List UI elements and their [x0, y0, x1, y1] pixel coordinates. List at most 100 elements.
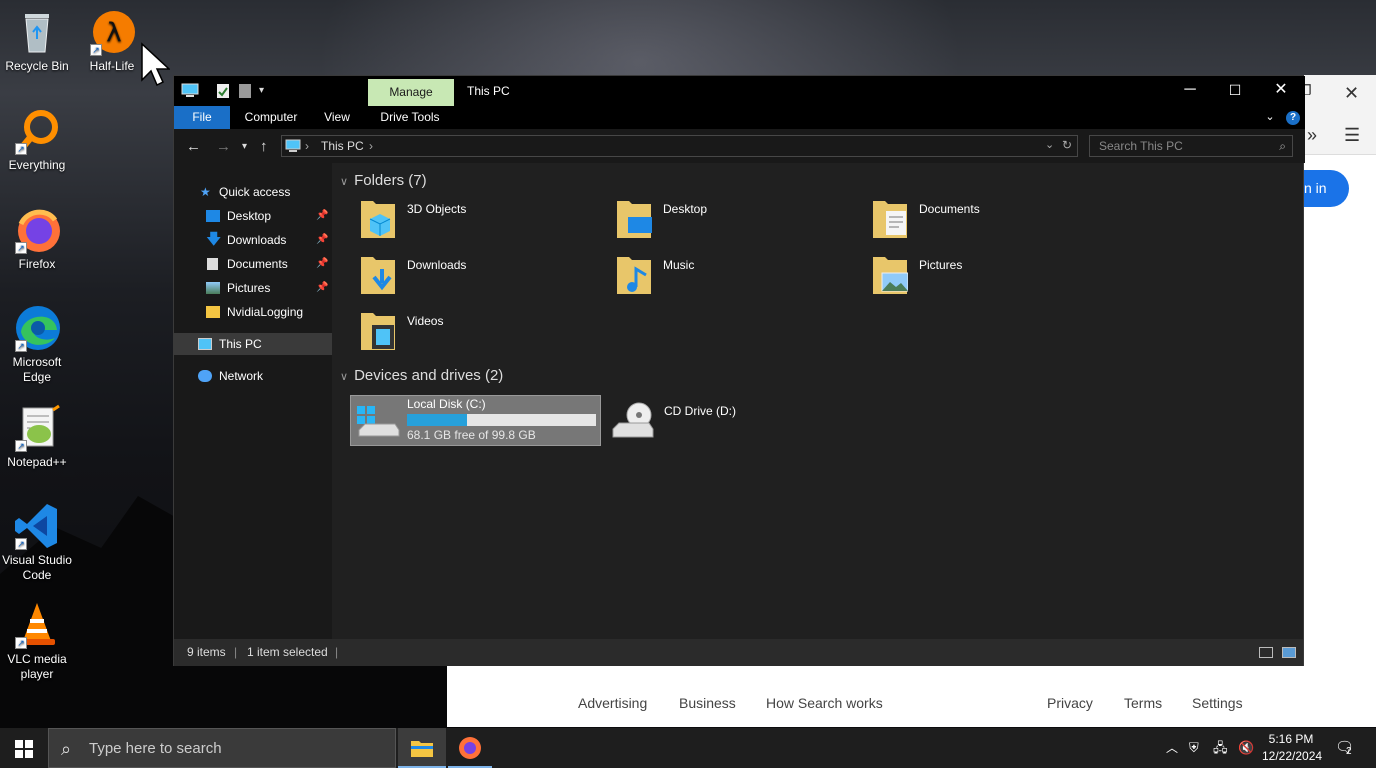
- footer-link-settings[interactable]: Settings: [1192, 695, 1243, 711]
- footer-link-privacy[interactable]: Privacy: [1047, 695, 1093, 711]
- footer-link-terms[interactable]: Terms: [1124, 695, 1162, 711]
- new-folder-icon[interactable]: [238, 83, 254, 99]
- footer-link-advertising[interactable]: Advertising: [578, 695, 647, 711]
- pin-icon: 📌: [316, 282, 329, 293]
- help-icon[interactable]: ?: [1286, 111, 1300, 125]
- drive-cd-d[interactable]: CD Drive (D:): [610, 395, 860, 445]
- sidebar-item-network[interactable]: Network: [174, 365, 332, 387]
- tab-file[interactable]: File: [174, 106, 230, 129]
- taskbar-file-explorer-button[interactable]: [398, 728, 446, 768]
- taskbar-search-input[interactable]: ⌕ Type here to search: [48, 728, 396, 768]
- desktop-icon-notepadpp[interactable]: ↗ Notepad++: [1, 404, 73, 470]
- footer-link-business[interactable]: Business: [679, 695, 736, 711]
- sidebar-item-documents[interactable]: Documents 📌: [174, 253, 332, 275]
- edge-icon: ↗: [13, 304, 61, 352]
- manage-tab[interactable]: Manage: [368, 79, 454, 106]
- desktop-icon-recycle-bin[interactable]: Recycle Bin: [1, 8, 73, 74]
- large-icons-view-icon[interactable]: [1282, 647, 1296, 658]
- address-dropdown-icon[interactable]: ⌄: [1045, 138, 1054, 151]
- clock-date: 12/22/2024: [1262, 749, 1323, 763]
- browser-more-tools-icon[interactable]: »: [1307, 125, 1317, 146]
- desktop-icon-everything[interactable]: ↗ Everything: [1, 107, 73, 173]
- maximize-button[interactable]: ☐: [1212, 76, 1258, 106]
- windows-logo-icon: [15, 740, 33, 758]
- folder-music[interactable]: Music: [616, 249, 866, 299]
- taskbar: ⌕ Type here to search ︿ ⛨ 🖧 🔇 5:16 PM 12…: [0, 728, 1376, 768]
- folder-desktop[interactable]: Desktop: [616, 193, 866, 243]
- desktop-icon-label: Microsoft Edge: [12, 355, 62, 384]
- desktop-icon: [206, 210, 220, 222]
- sidebar-item-pictures[interactable]: Pictures 📌: [174, 277, 332, 299]
- details-view-icon[interactable]: [1259, 647, 1273, 658]
- start-button[interactable]: [15, 740, 33, 761]
- sidebar-item-desktop[interactable]: Desktop 📌: [174, 205, 332, 227]
- folder-videos[interactable]: Videos: [360, 305, 610, 355]
- tab-computer[interactable]: Computer: [236, 106, 306, 129]
- refresh-icon[interactable]: ↻: [1062, 138, 1072, 152]
- folder-downloads[interactable]: Downloads: [360, 249, 610, 299]
- folder-pictures[interactable]: Pictures: [872, 249, 1122, 299]
- search-icon: ⌕: [1279, 139, 1286, 153]
- search-icon: ⌕: [61, 739, 72, 759]
- taskbar-firefox-button[interactable]: [448, 728, 492, 768]
- minimize-button[interactable]: ─: [1167, 76, 1213, 106]
- breadcrumb-separator-icon[interactable]: ›: [369, 139, 373, 153]
- group-title: Devices and drives (2): [354, 367, 504, 384]
- sign-in-button[interactable]: n in: [1302, 170, 1349, 207]
- status-divider: |: [335, 645, 339, 659]
- sidebar-item-this-pc[interactable]: This PC: [174, 333, 332, 355]
- this-pc-icon: [285, 139, 301, 156]
- browser-menu-icon[interactable]: ☰: [1344, 125, 1360, 146]
- expand-ribbon-icon[interactable]: ⌄: [1262, 106, 1278, 129]
- desktop-icon-edge[interactable]: ↗ Microsoft Edge: [1, 304, 73, 385]
- volume-muted-icon[interactable]: 🔇: [1238, 728, 1254, 768]
- notifications-button[interactable]: 🗨 2: [1335, 728, 1354, 768]
- shortcut-arrow-icon: ↗: [15, 143, 27, 155]
- group-title: Folders (7): [354, 172, 427, 189]
- desktop-icon-vlc[interactable]: ↗ VLC media player: [1, 601, 73, 682]
- folder-label: Desktop: [663, 202, 708, 216]
- folders-group-header[interactable]: ∨ Folders (7): [340, 172, 427, 189]
- sidebar-item-nvidialogging[interactable]: NvidiaLogging: [174, 301, 332, 323]
- breadcrumb-separator-icon: ›: [305, 139, 309, 153]
- documents-icon: [207, 258, 218, 270]
- desktop-icon-vscode[interactable]: ↗ Visual Studio Code: [1, 502, 73, 583]
- security-tray-icon[interactable]: ⛨: [1189, 728, 1199, 768]
- search-input[interactable]: Search This PC ⌕: [1089, 135, 1293, 157]
- recent-locations-chevron-icon[interactable]: ▾: [242, 141, 247, 152]
- sidebar-item-label: This PC: [219, 337, 262, 351]
- folder-documents[interactable]: Documents: [872, 193, 1122, 243]
- back-arrow-icon[interactable]: ←: [186, 138, 201, 155]
- tab-drive-tools[interactable]: Drive Tools: [374, 106, 446, 129]
- up-arrow-icon[interactable]: ↑: [260, 138, 268, 155]
- folder-label: Pictures: [919, 258, 963, 272]
- status-bar: 9 items | 1 item selected |: [174, 639, 1303, 666]
- forward-arrow-icon[interactable]: →: [216, 138, 231, 155]
- customize-qat-icon[interactable]: ▾: [259, 83, 275, 99]
- close-button[interactable]: ✕: [1258, 76, 1304, 106]
- folder-3d-objects[interactable]: 3D Objects: [360, 193, 610, 243]
- show-hidden-icons-button[interactable]: ︿: [1166, 728, 1178, 768]
- breadcrumb-this-pc[interactable]: This PC: [321, 139, 364, 153]
- address-bar[interactable]: › This PC › ⌄ ↻: [281, 135, 1078, 157]
- drive-local-disk-c[interactable]: Local Disk (C:) 68.1 GB free of 99.8 GB: [350, 395, 601, 446]
- tab-view[interactable]: View: [314, 106, 360, 129]
- desktop-icon-half-life[interactable]: λ ↗ Half-Life: [76, 8, 148, 74]
- address-row: ← → ▾ ↑ › This PC › ⌄ ↻ Search This PC ⌕: [174, 129, 1305, 163]
- folder-icon: [206, 306, 220, 318]
- drives-group-header[interactable]: ∨ Devices and drives (2): [340, 367, 503, 384]
- clock[interactable]: 5:16 PM 12/22/2024: [1262, 731, 1323, 765]
- sidebar-item-quick-access[interactable]: ★ Quick access: [174, 181, 332, 203]
- desktop-icon-label: Visual Studio Code: [2, 553, 72, 582]
- network-icon: [198, 370, 212, 382]
- network-tray-icon[interactable]: 🖧: [1213, 728, 1228, 768]
- footer-link-how-search-works[interactable]: How Search works: [766, 695, 883, 711]
- pictures-icon: [206, 282, 220, 294]
- desktop-icon-firefox[interactable]: ↗ Firefox: [1, 206, 73, 272]
- properties-icon[interactable]: [216, 83, 232, 99]
- sidebar-item-label: Quick access: [219, 185, 291, 199]
- sidebar-item-downloads[interactable]: 🡇 Downloads 📌: [174, 229, 332, 251]
- hard-drive-icon: [357, 406, 400, 437]
- browser-close-button[interactable]: ✕: [1344, 83, 1359, 104]
- pin-icon: 📌: [316, 258, 329, 269]
